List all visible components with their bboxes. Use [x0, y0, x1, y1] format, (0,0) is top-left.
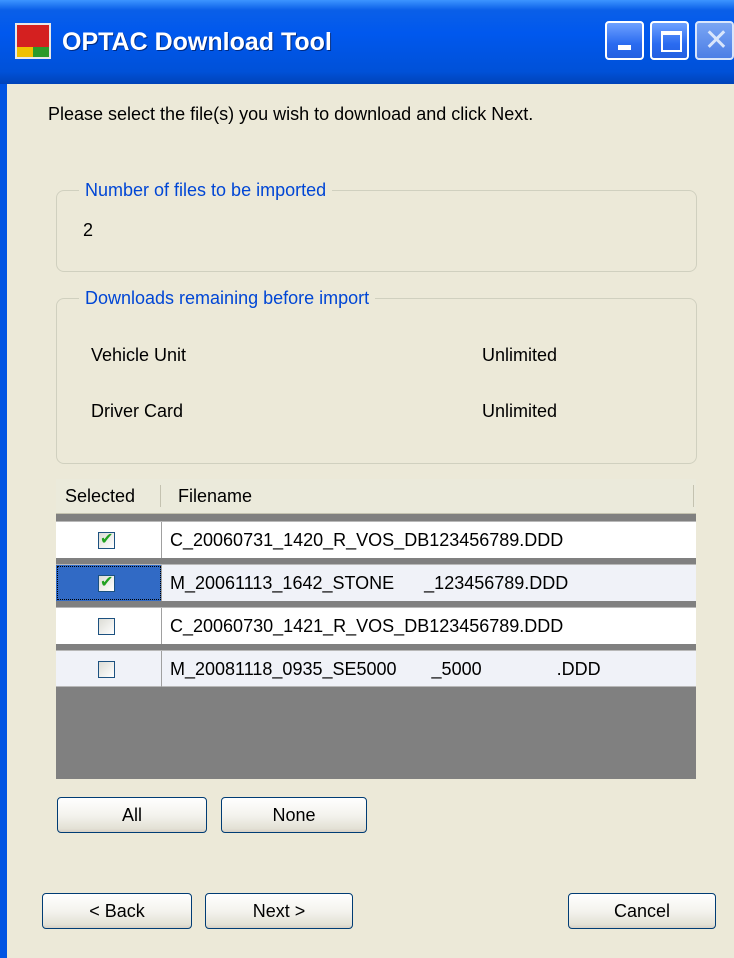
- row-filename[interactable]: M_20061113_1642_STONE _123456789.DDD: [162, 565, 696, 601]
- minimize-button[interactable]: [605, 21, 644, 60]
- driver-card-label: Driver Card: [91, 401, 184, 421]
- select-none-button[interactable]: None: [221, 797, 367, 833]
- app-icon: [15, 23, 51, 59]
- header-filename[interactable]: Filename: [178, 479, 252, 513]
- header-selected[interactable]: Selected: [65, 479, 135, 513]
- files-count-value: 2: [83, 220, 94, 240]
- maximize-icon: [661, 31, 682, 52]
- select-all-button[interactable]: All: [57, 797, 207, 833]
- checkmark-icon: ✔: [100, 572, 114, 591]
- driver-card-value: Unlimited: [482, 401, 558, 421]
- table-row[interactable]: ✔ C_20060731_1420_R_VOS_DB123456789.DDD: [56, 521, 696, 558]
- title-bar[interactable]: OPTAC Download Tool ✕: [0, 0, 734, 84]
- checkmark-icon: ✔: [100, 529, 114, 548]
- cancel-button[interactable]: Cancel: [568, 893, 716, 929]
- row-checkbox[interactable]: ✔: [98, 572, 115, 592]
- downloads-remaining-group-label: Downloads remaining before import: [79, 286, 376, 310]
- table-row[interactable]: M_20081118_0935_SE5000 _5000 .DDD: [56, 650, 696, 687]
- close-button[interactable]: ✕: [695, 21, 734, 60]
- minimize-icon: [618, 45, 631, 50]
- header-divider: [160, 485, 161, 507]
- row-select-cell[interactable]: [56, 651, 162, 687]
- row-checkbox[interactable]: ✔: [98, 529, 115, 549]
- window-title: OPTAC Download Tool: [62, 28, 332, 56]
- instruction-text: Please select the file(s) you wish to do…: [48, 104, 534, 124]
- file-grid[interactable]: Selected Filename ✔ C_20060731_1420_R_VO…: [56, 479, 696, 779]
- row-select-cell[interactable]: [56, 608, 162, 644]
- header-divider: [693, 485, 694, 507]
- row-filename[interactable]: C_20060730_1421_R_VOS_DB123456789.DDD: [162, 608, 696, 644]
- back-button[interactable]: < Back: [42, 893, 192, 929]
- grid-header: Selected Filename: [56, 479, 696, 514]
- next-button[interactable]: Next >: [205, 893, 353, 929]
- close-icon: ✕: [703, 23, 730, 58]
- row-filename[interactable]: C_20060731_1420_R_VOS_DB123456789.DDD: [162, 522, 696, 558]
- row-filename[interactable]: M_20081118_0935_SE5000 _5000 .DDD: [162, 651, 696, 687]
- app-window: OPTAC Download Tool ✕ Please select the …: [0, 0, 734, 958]
- vehicle-unit-value: Unlimited: [482, 345, 558, 365]
- table-row[interactable]: ✔ M_20061113_1642_STONE _123456789.DDD: [56, 564, 696, 601]
- table-row[interactable]: C_20060730_1421_R_VOS_DB123456789.DDD: [56, 607, 696, 644]
- files-count-group-label: Number of files to be imported: [79, 178, 333, 202]
- files-count-group: Number of files to be imported 2: [56, 178, 697, 272]
- vehicle-unit-label: Vehicle Unit: [91, 345, 187, 365]
- row-checkbox[interactable]: [98, 618, 115, 635]
- row-select-cell[interactable]: ✔: [56, 522, 162, 558]
- maximize-button[interactable]: [650, 21, 689, 60]
- downloads-remaining-group: Downloads remaining before import Vehicl…: [56, 286, 697, 464]
- row-select-cell-focused[interactable]: ✔: [56, 565, 162, 601]
- row-checkbox[interactable]: [98, 661, 115, 678]
